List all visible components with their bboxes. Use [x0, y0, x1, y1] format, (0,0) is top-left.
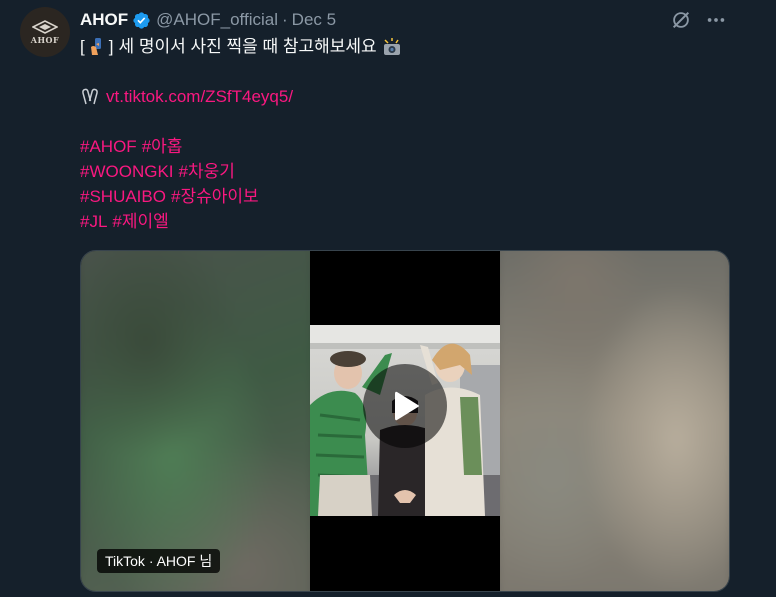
- media-attribution: TikTok · AHOF 님: [97, 549, 221, 573]
- video-blur-background-right: [490, 251, 729, 591]
- more-options-icon[interactable]: [705, 9, 727, 31]
- tweet[interactable]: AHOF AHOF @AHOF_official · Dec 5 [ ] 세 명…: [0, 0, 776, 597]
- tweet-text: [ ] 세 명이서 사진 찍을 때 참고해보세요 vt.tiktok.com/Z…: [80, 34, 730, 234]
- author-handle[interactable]: @AHOF_official: [156, 10, 278, 30]
- tweet-header: AHOF @AHOF_official · Dec 5: [80, 8, 336, 32]
- hashtag[interactable]: #WOONGKI: [80, 159, 174, 184]
- ahof-logo-mark-icon: [32, 19, 58, 34]
- hashtag-line-3: #SHUAIBO #장슈아이보: [80, 184, 730, 209]
- verified-badge-icon[interactable]: [132, 11, 151, 30]
- play-button[interactable]: [363, 364, 447, 448]
- hashtag[interactable]: #아홉: [142, 134, 183, 159]
- link-paperclip-icon: [82, 88, 98, 104]
- hashtag[interactable]: #SHUAIBO: [80, 184, 166, 209]
- avatar[interactable]: AHOF: [20, 7, 70, 57]
- camera-flash-emoji-icon: [383, 37, 400, 55]
- bracket-open: [: [80, 37, 85, 56]
- hashtag-line-4: #JL #제이엘: [80, 209, 730, 234]
- hashtag[interactable]: #JL: [80, 209, 107, 234]
- tiktok-link[interactable]: vt.tiktok.com/ZSfT4eyq5/: [106, 84, 293, 109]
- video-media-card[interactable]: TikTok · AHOF 님: [80, 250, 730, 592]
- author-name[interactable]: AHOF: [80, 10, 128, 30]
- tweet-line-1: [ ] 세 명이서 사진 찍을 때 참고해보세요: [80, 34, 730, 59]
- tweet-main-text: 세 명이서 사진 찍을 때 참고해보세요: [118, 37, 377, 56]
- bracket-close: ]: [108, 37, 114, 56]
- tweet-link-line: vt.tiktok.com/ZSfT4eyq5/: [80, 84, 730, 109]
- grok-icon[interactable]: [670, 9, 692, 31]
- hashtag[interactable]: #제이엘: [112, 209, 168, 234]
- avatar-text: AHOF: [30, 34, 60, 45]
- tweet-date[interactable]: Dec 5: [292, 10, 336, 30]
- selfie-hand-emoji-icon: [90, 37, 101, 55]
- video-blur-background-left: [81, 251, 320, 591]
- play-icon: [395, 391, 419, 421]
- hashtag-line-1: #AHOF #아홉: [80, 134, 730, 159]
- header-separator: ·: [282, 10, 288, 29]
- hashtag-line-2: #WOONGKI #차웅기: [80, 159, 730, 184]
- hashtag[interactable]: #차웅기: [179, 159, 235, 184]
- hashtag[interactable]: #AHOF: [80, 134, 137, 159]
- hashtag[interactable]: #장슈아이보: [171, 184, 259, 209]
- video-frame[interactable]: [310, 251, 500, 591]
